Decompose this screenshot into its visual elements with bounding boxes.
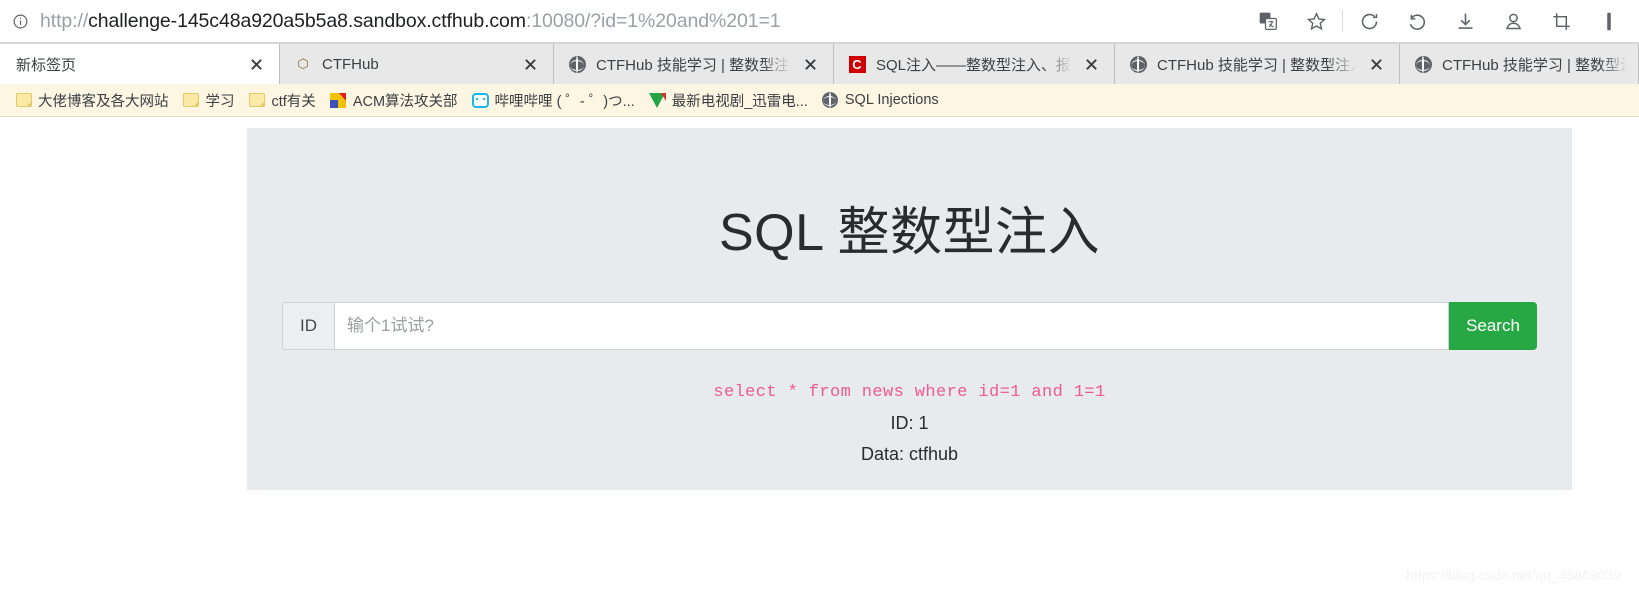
globe-icon (1414, 55, 1432, 73)
result-data-line: Data: ctfhub (860, 444, 959, 465)
bookmark-sql-injections[interactable]: SQL Injections (815, 89, 946, 112)
id-label: ID (282, 302, 334, 350)
bookmark-acm[interactable]: ACM算法攻关部 (323, 87, 465, 114)
bookmark-folder-blogs[interactable]: 大佬博客及各大网站 (8, 87, 176, 114)
history-back-icon[interactable] (1393, 0, 1441, 42)
bookmark-label: 学习 (205, 93, 235, 110)
bookmark-folder-study[interactable]: 学习 (176, 87, 242, 114)
close-icon[interactable] (1363, 51, 1389, 77)
browser-tab-2[interactable]: CTFHub 技能学习 | 整数型注入 (554, 44, 834, 84)
browser-tab-0[interactable]: 新标签页 (0, 44, 280, 84)
bookmark-label: ACM算法攻关部 (352, 93, 458, 110)
translate-icon[interactable] (1244, 0, 1292, 42)
folder-icon (183, 92, 200, 109)
tab-title: CTFHub (322, 55, 379, 73)
sql-query-text: select * from news where id=1 and 1=1 (713, 383, 1106, 402)
csdn-icon: C (848, 55, 866, 73)
page-viewport: SQL 整数型注入 ID Search select * from news w… (0, 118, 1639, 599)
address-bar-actions (1244, 0, 1633, 42)
browser-tab-3[interactable]: C SQL注入——整数型注入、报错注入 (834, 44, 1115, 84)
folder-icon (249, 92, 266, 109)
download-icon[interactable] (1441, 0, 1489, 42)
bookmark-label: SQL Injections (844, 92, 939, 108)
close-icon[interactable] (243, 51, 269, 77)
tab-title: CTFHub 技能学习 | 整数型注入 (1157, 56, 1357, 74)
globe-icon (822, 92, 839, 109)
search-button[interactable]: Search (1449, 302, 1537, 350)
acm-icon (330, 92, 347, 109)
bookmark-label: ctf有关 (271, 93, 316, 110)
tab-title: CTFHub 技能学习 | 整数型注入 (596, 56, 791, 74)
globe-icon (1129, 55, 1147, 73)
url-path: :10080/?id=1%20and%201=1 (525, 9, 781, 32)
browser-window: http://challenge-145c48a920a5b5a8.sandbo… (0, 0, 1639, 599)
toolbar-divider (1342, 10, 1343, 32)
tab-title: CTFHub 技能学习 | 整数型注入 (1442, 56, 1628, 74)
watermark-text: https://blog.csdn.net/qq_45869039 (1406, 567, 1621, 583)
id-search-form: ID Search (282, 302, 1537, 350)
browser-tab-1[interactable]: ⬡ CTFHub (280, 44, 554, 84)
bilibili-icon (471, 92, 489, 109)
bookmark-star-icon[interactable] (1292, 0, 1340, 42)
id-input[interactable] (334, 302, 1449, 350)
bookmark-bilibili[interactable]: 哔哩哔哩 ( ゜- ゜)つ... (465, 87, 642, 114)
bookmark-label: 哔哩哔哩 ( ゜- ゜)つ... (494, 93, 635, 110)
bookmark-xunlei[interactable]: 最新电视剧_迅雷电... (642, 87, 815, 114)
tab-title: SQL注入——整数型注入、报错注入 (876, 56, 1072, 74)
url-input[interactable]: http://challenge-145c48a920a5b5a8.sandbo… (40, 10, 1244, 33)
bookmark-folder-ctf[interactable]: ctf有关 (242, 87, 323, 114)
bookmarks-bar: 大佬博客及各大网站 学习 ctf有关 ACM算法攻关部 哔哩哔哩 ( ゜- ゜)… (0, 84, 1639, 117)
page-title: SQL 整数型注入 (718, 204, 1101, 262)
address-bar: http://challenge-145c48a920a5b5a8.sandbo… (0, 0, 1639, 42)
ctfhub-hex-icon: ⬡ (297, 56, 309, 71)
challenge-panel: SQL 整数型注入 ID Search select * from news w… (247, 128, 1572, 490)
browser-tab-5[interactable]: CTFHub 技能学习 | 整数型注入 (1400, 44, 1639, 84)
refresh-icon[interactable] (1345, 0, 1393, 42)
menu-icon[interactable] (1585, 0, 1633, 42)
xunlei-icon (648, 92, 666, 109)
profile-icon[interactable] (1489, 0, 1537, 42)
url-host: challenge-145c48a920a5b5a8.sandbox.ctfhu… (88, 9, 526, 32)
globe-icon (568, 55, 586, 73)
folder-icon (15, 92, 32, 109)
tab-strip: 新标签页 ⬡ CTFHub CTFHub 技能学习 | 整数型注入 C SQL注… (0, 42, 1639, 84)
browser-tab-4[interactable]: CTFHub 技能学习 | 整数型注入 (1115, 44, 1400, 84)
close-icon[interactable] (1078, 51, 1104, 77)
bookmark-label: 最新电视剧_迅雷电... (671, 93, 808, 110)
crop-capture-icon[interactable] (1537, 0, 1585, 42)
bookmark-label: 大佬博客及各大网站 (38, 93, 169, 110)
query-result: select * from news where id=1 and 1=1 ID… (247, 380, 1572, 469)
result-id-line: ID: 1 (890, 412, 929, 433)
close-icon[interactable] (797, 51, 823, 77)
tab-title: 新标签页 (16, 56, 77, 74)
url-scheme: http:// (40, 9, 89, 32)
info-circle-icon[interactable] (8, 9, 32, 33)
close-icon[interactable] (517, 51, 543, 77)
